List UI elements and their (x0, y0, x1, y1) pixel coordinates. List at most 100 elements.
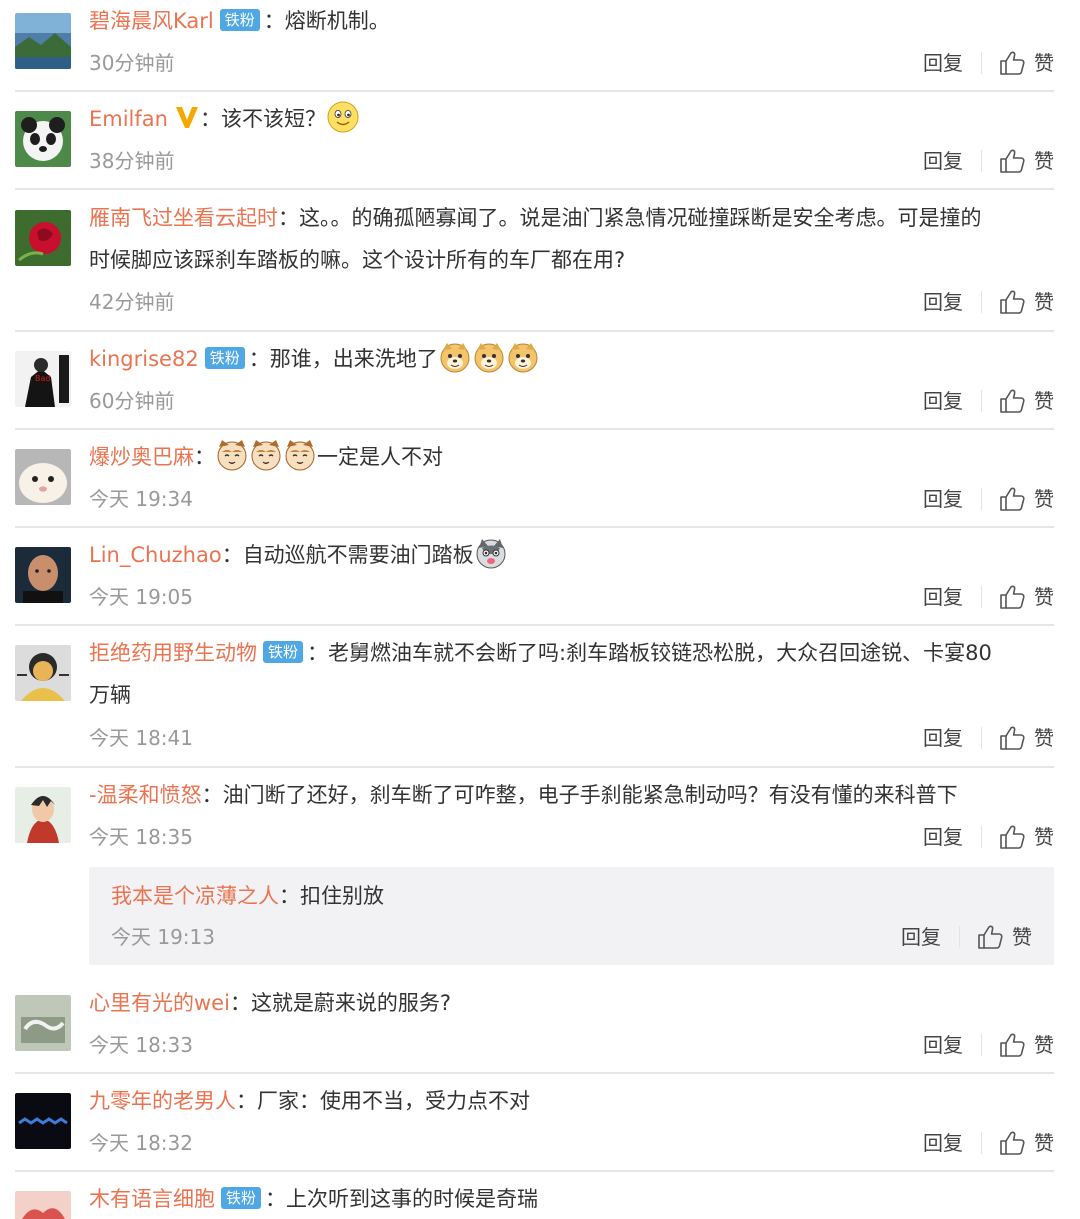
reply-button[interactable]: 回复 (923, 48, 963, 78)
like-button[interactable]: 赞 (976, 922, 1032, 952)
comment-line: -温柔和愤怒：油门断了还好，刹车断了可咋整，电子手刹能紧急制动吗？有没有懂的来科… (89, 783, 958, 807)
thumbs-up-icon (976, 923, 1004, 951)
username-link[interactable]: 爆炒奥巴麻 (89, 445, 194, 469)
comment-text: 老舅燃油车就不会断了吗:刹车踏板铰链恐松脱，大众召回途锐、卡宴80 (328, 641, 992, 665)
thumbs-up-icon (998, 49, 1026, 77)
svg-text:Bad: Bad (35, 374, 50, 383)
like-label: 赞 (1034, 1033, 1054, 1057)
username-link[interactable]: Lin_Chuzhao (89, 543, 222, 567)
like-label: 赞 (1034, 149, 1054, 173)
comment-item: Lin_Chuzhao：自动巡航不需要油门踏板 今天 19:05 回复 赞 (0, 534, 1080, 626)
like-button[interactable]: 赞 (998, 287, 1054, 317)
like-button[interactable]: 赞 (998, 1128, 1054, 1158)
avatar[interactable] (15, 111, 71, 167)
comment-line-continued: 万辆 (89, 674, 1052, 716)
thumbs-up-icon (998, 583, 1026, 611)
timestamp: 今天 18:32 (89, 1131, 193, 1155)
like-button[interactable]: 赞 (998, 723, 1054, 753)
comment-line: 我本是个凉薄之人：扣住别放 (111, 884, 384, 908)
comment-actions: 回复 赞 (923, 146, 1054, 176)
reply-button[interactable]: 回复 (923, 1128, 963, 1158)
reply-button[interactable]: 回复 (923, 1030, 963, 1060)
comment-item: -温柔和愤怒：油门断了还好，刹车断了可咋整，电子手刹能紧急制动吗？有没有懂的来科… (0, 774, 1080, 974)
comment-actions: 回复 赞 (923, 386, 1054, 416)
avatar[interactable] (15, 13, 71, 69)
reply-button[interactable]: 回复 (923, 146, 963, 176)
doge-emoji-icon (472, 340, 506, 374)
username-link[interactable]: kingrise82 (89, 347, 199, 371)
username-link[interactable]: 我本是个凉薄之人 (111, 884, 279, 908)
action-divider (981, 488, 982, 510)
divider (15, 766, 1054, 768)
like-button[interactable]: 赞 (998, 484, 1054, 514)
comment-text: 时候脚应该踩刹车踏板的嘛。这个设计所有的车厂都在用? (89, 248, 626, 272)
like-label: 赞 (1012, 925, 1032, 949)
comment-actions: 回复 赞 (923, 484, 1054, 514)
like-label: 赞 (1034, 726, 1054, 750)
fan-badge: 铁粉 (219, 9, 260, 31)
comment-item: 爆炒奥巴麻： 一定是人不对 今天 19:34 回复 赞 (0, 436, 1080, 528)
avatar[interactable] (15, 1093, 71, 1149)
comment-text: 那谁，出来洗地了 (269, 347, 438, 371)
action-divider (981, 150, 982, 172)
comment-line: 心里有光的wei：这就是蔚来说的服务? (89, 991, 452, 1015)
reply-button[interactable]: 回复 (923, 582, 963, 612)
comment-actions: 回复 赞 (923, 1030, 1054, 1060)
comment-text: 油门断了还好，刹车断了可咋整，电子手刹能紧急制动吗？有没有懂的来科普下 (222, 783, 958, 807)
action-divider (981, 1132, 982, 1154)
reply-button[interactable]: 回复 (923, 484, 963, 514)
username-link[interactable]: 碧海晨风Karl (89, 9, 214, 33)
username-link[interactable]: 雁南飞过坐看云起时 (89, 206, 278, 230)
username-link[interactable]: 拒绝药用野生动物 (89, 641, 257, 665)
username-link[interactable]: Emilfan (89, 107, 168, 131)
fan-badge: 铁粉 (221, 1187, 262, 1209)
like-button[interactable]: 赞 (998, 386, 1054, 416)
like-button[interactable]: 赞 (998, 146, 1054, 176)
like-button[interactable]: 赞 (998, 582, 1054, 612)
like-label: 赞 (1034, 1131, 1054, 1155)
avatar[interactable] (15, 449, 71, 505)
like-label: 赞 (1034, 487, 1054, 511)
comment-text: 该不该短？ (220, 107, 326, 131)
cat-emoji-icon (283, 438, 317, 472)
comment-text: 厂家：使用不当，受力点不对 (257, 1089, 530, 1113)
timestamp: 30分钟前 (89, 51, 175, 75)
reply-button[interactable]: 回复 (923, 386, 963, 416)
comment-actions: 回复 赞 (923, 48, 1054, 78)
comment-actions: 回复 赞 (923, 287, 1054, 317)
like-button[interactable]: 赞 (998, 48, 1054, 78)
comment-line: 爆炒奥巴麻： 一定是人不对 (89, 436, 1052, 478)
avatar[interactable]: Bad (15, 351, 71, 407)
avatar[interactable] (15, 787, 71, 843)
like-label: 赞 (1034, 585, 1054, 609)
username-link[interactable]: 木有语言细胞 (89, 1187, 215, 1211)
username-link[interactable]: 心里有光的wei (89, 991, 230, 1015)
avatar[interactable] (15, 210, 71, 266)
comment-actions: 回复 赞 (923, 1128, 1054, 1158)
reply-button[interactable]: 回复 (923, 822, 963, 852)
comment-item: Bad kingrise82 铁粉 ：那谁，出来洗地了 60分钟前 回复 赞 (0, 338, 1080, 430)
like-label: 赞 (1034, 51, 1054, 75)
action-divider (981, 390, 982, 412)
action-divider (981, 826, 982, 848)
divider (15, 526, 1054, 528)
reply-button[interactable]: 回复 (923, 723, 963, 753)
comment-line: kingrise82 铁粉 ：那谁，出来洗地了 (89, 338, 1052, 380)
sub-reply: 我本是个凉薄之人：扣住别放 今天 19:13 回复 赞 (89, 867, 1054, 965)
thumbs-up-icon (998, 288, 1026, 316)
reply-button[interactable]: 回复 (901, 922, 941, 952)
username-link[interactable]: 九零年的老男人 (89, 1089, 236, 1113)
reply-button[interactable]: 回复 (923, 287, 963, 317)
username-link[interactable]: -温柔和愤怒 (89, 783, 202, 807)
avatar[interactable] (15, 1191, 71, 1219)
timestamp: 今天 19:13 (111, 925, 215, 949)
doge-emoji-icon (438, 340, 472, 374)
thumbs-up-icon (998, 485, 1026, 513)
avatar[interactable] (15, 645, 71, 701)
avatar[interactable] (15, 547, 71, 603)
like-button[interactable]: 赞 (998, 1030, 1054, 1060)
avatar[interactable] (15, 995, 71, 1051)
like-button[interactable]: 赞 (998, 822, 1054, 852)
divider (15, 428, 1054, 430)
comment-item: 九零年的老男人：厂家：使用不当，受力点不对 今天 18:32 回复 赞 (0, 1080, 1080, 1172)
